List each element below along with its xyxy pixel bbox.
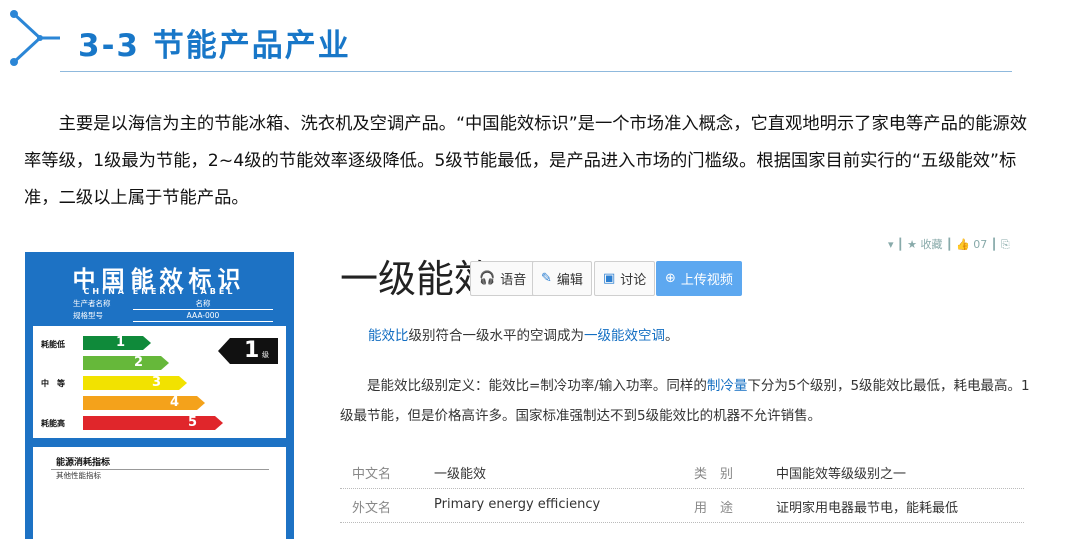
info-table: 中文名 一级能效 类 别 中国能效等级级别之一 外文名 Primary ener… — [340, 455, 1024, 523]
model-value: AAA-000 — [133, 310, 273, 322]
side-high: 耗能高 — [41, 419, 65, 428]
model-key: 规格型号 — [73, 311, 103, 320]
manufacturer-key: 生产者名称 — [73, 299, 111, 308]
entry-top-tools[interactable]: ▾ ┃ ★ 收藏 ┃ 👍 07 ┃ ⎘ — [888, 236, 1010, 252]
intro-paragraph: 主要是以海信为主的节能冰箱、洗衣机及空调产品。“中国能效标识”是一个市场准入概念… — [24, 106, 1044, 217]
link-energy-ratio[interactable]: 能效比 — [368, 328, 409, 344]
title-divider — [60, 71, 1012, 72]
intro-text: 主要是以海信为主的节能冰箱、洗衣机及空调产品。“中国能效标识”是一个市场准入概念… — [24, 114, 1027, 208]
grade-bar-4: 4 — [83, 396, 205, 410]
table-row: 中文名 一级能效 类 别 中国能效等级级别之一 — [340, 455, 1024, 489]
marker-unit: 级 — [262, 351, 269, 359]
discuss-button[interactable]: ▣ 讨论 — [594, 261, 656, 296]
side-low: 耗能低 — [41, 340, 65, 349]
lower-sub: 其他性能指标 — [56, 471, 101, 480]
chat-icon: ▣ — [603, 271, 616, 286]
label-lower-panel: 能源消耗指标 其他性能指标 — [33, 447, 286, 539]
grade-panel: 耗能低 中 等 耗能高 1 2 3 4 5 1 级 — [33, 326, 286, 438]
pencil-icon: ✎ — [541, 271, 552, 286]
headphone-icon: 🎧 — [479, 271, 496, 286]
lower-title: 能源消耗指标 — [56, 458, 111, 468]
header-decoration-icon — [10, 10, 60, 66]
info-value: Primary energy efficiency — [434, 497, 601, 512]
entry-definition: 是能效比级别定义：能效比=制冷功率/输入功率。同样的制冷量下分为5个级别，5级能… — [340, 371, 1030, 431]
info-key: 用 途 — [694, 501, 734, 516]
grade-bar-3: 3 — [83, 376, 187, 390]
link-cooling-capacity[interactable]: 制冷量 — [707, 378, 748, 394]
summary-end: 。 — [665, 328, 679, 344]
label-title-en: CHINA ENERGY LABEL — [83, 287, 236, 296]
entry-summary: 能效比级别符合一级水平的空调成为一级能效空调。 — [368, 324, 679, 344]
info-value: 中国能效等级级别之一 — [776, 467, 907, 482]
info-key: 类 别 — [694, 467, 734, 482]
info-value: 证明家用电器最节电，能耗最低 — [776, 501, 959, 516]
summary-text: 级别符合一级水平的空调成为 — [408, 328, 585, 344]
grade-bar-2: 2 — [83, 356, 169, 370]
grade-bar-1: 1 — [83, 336, 151, 350]
info-key: 中文名 — [352, 467, 392, 482]
voice-label: 语音 — [500, 273, 527, 288]
side-mid: 中 等 — [41, 379, 65, 388]
upload-video-button[interactable]: ⊕ 上传视频 — [656, 261, 742, 296]
voice-button[interactable]: 🎧 语音 — [470, 261, 536, 296]
energy-label-image: 中国能效标识 CHINA ENERGY LABEL 生产者名称 名称 规格型号 AA… — [25, 252, 294, 539]
upload-label: 上传视频 — [680, 273, 733, 288]
grade-bar-5: 5 — [83, 416, 223, 430]
plus-circle-icon: ⊕ — [665, 271, 676, 286]
manufacturer-value: 名称 — [133, 298, 273, 310]
table-row: 外文名 Primary energy efficiency 用 途 证明家用电器… — [340, 489, 1024, 523]
info-key: 外文名 — [352, 501, 392, 516]
edit-label: 编辑 — [556, 273, 583, 288]
link-level1-ac[interactable]: 一级能效空调 — [584, 328, 665, 344]
edit-button[interactable]: ✎ 编辑 — [532, 261, 592, 296]
marker-grade: 1 — [244, 338, 260, 363]
page-title: 3-3 节能产品产业 — [78, 28, 351, 64]
def-text-1: 是能效比级别定义：能效比=制冷功率/输入功率。同样的 — [367, 378, 707, 394]
discuss-label: 讨论 — [620, 273, 647, 288]
info-value: 一级能效 — [434, 467, 487, 482]
label-info: 生产者名称 名称 规格型号 AAA-000 — [73, 298, 273, 322]
grade-marker: 1 级 — [218, 338, 278, 364]
